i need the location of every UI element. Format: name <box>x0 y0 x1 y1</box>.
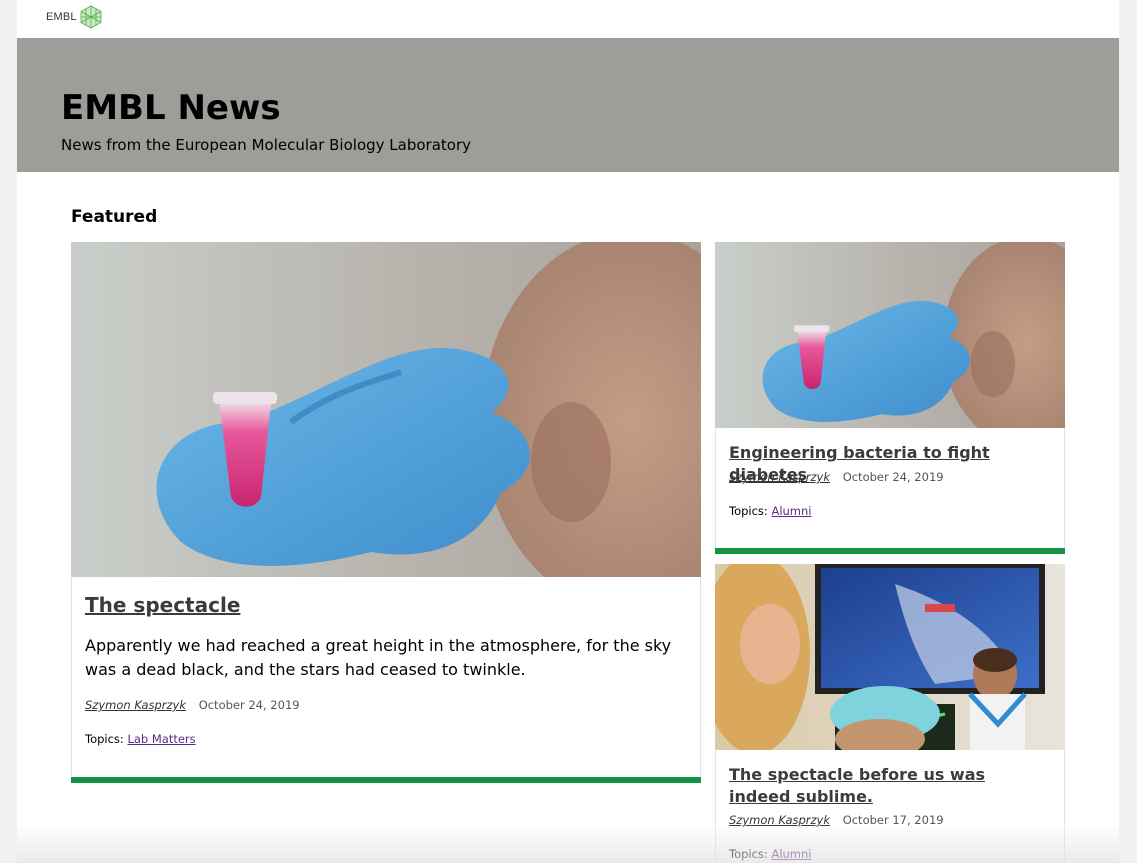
topics-label: Topics: <box>729 504 768 518</box>
page: EMBL EMBL News News from the European Mo… <box>17 0 1119 863</box>
featured-card-main[interactable]: The spectacle Apparently we had reached … <box>71 242 701 783</box>
card-accent-bar <box>71 777 701 783</box>
article-teaser: Apparently we had reached a great height… <box>85 636 672 679</box>
scientist-sample-image <box>715 242 1065 428</box>
article-topics: Topics: Alumni <box>729 846 812 862</box>
article-meta: Szymon Kasprzyk October 17, 2019 <box>729 812 944 828</box>
article-topics: Topics: Alumni <box>729 503 812 519</box>
article-meta: Szymon Kasprzyk October 24, 2019 <box>85 697 300 713</box>
topic-link[interactable]: Alumni <box>771 504 811 518</box>
card-accent-bar <box>715 548 1065 554</box>
page-title: EMBL News <box>61 88 281 128</box>
article-image[interactable] <box>715 564 1065 750</box>
publish-date: October 24, 2019 <box>198 698 300 712</box>
article-topics: Topics: Lab Matters <box>85 731 196 747</box>
scientist-sample-image <box>71 242 701 577</box>
publish-date: October 24, 2019 <box>842 470 944 484</box>
article-meta: Szymon Kasprzyk October 24, 2019 <box>729 469 944 485</box>
author-link[interactable]: Szymon Kasprzyk <box>729 813 830 827</box>
hexagon-logo-icon <box>80 5 102 29</box>
topic-link[interactable]: Alumni <box>771 847 811 861</box>
author-link[interactable]: Szymon Kasprzyk <box>729 470 830 484</box>
logo-text: EMBL <box>46 11 77 23</box>
article-image[interactable] <box>715 242 1065 428</box>
topics-label: Topics: <box>729 847 768 861</box>
masthead: EMBL News News from the European Molecul… <box>17 38 1119 172</box>
top-bar: EMBL <box>17 0 1119 38</box>
topic-link[interactable]: Lab Matters <box>127 732 195 746</box>
page-subtitle: News from the European Molecular Biology… <box>61 136 471 154</box>
author-link[interactable]: Szymon Kasprzyk <box>85 698 186 712</box>
featured-card-tertiary[interactable]: The spectacle before us was indeed subli… <box>715 564 1065 863</box>
embl-logo[interactable]: EMBL <box>46 5 102 29</box>
article-image[interactable] <box>71 242 701 577</box>
article-title-link[interactable]: The spectacle <box>85 592 240 618</box>
children-screen-image <box>715 564 1065 750</box>
publish-date: October 17, 2019 <box>842 813 944 827</box>
topics-label: Topics: <box>85 732 124 746</box>
featured-heading: Featured <box>71 207 158 227</box>
article-title-link[interactable]: The spectacle before us was indeed subli… <box>729 764 1049 808</box>
featured-card-secondary[interactable]: Engineering bacteria to fight diabetes S… <box>715 242 1065 554</box>
